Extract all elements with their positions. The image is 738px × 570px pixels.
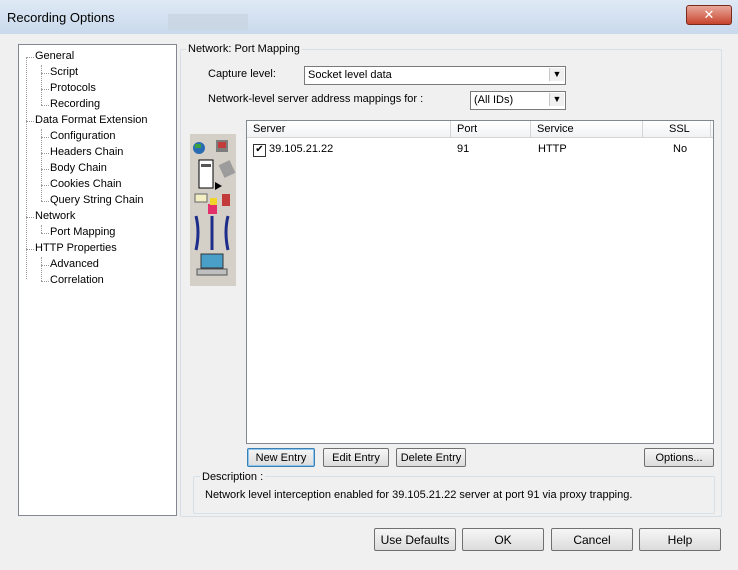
- port-mapping-table[interactable]: Server Port Service SSL ✔ 39.105.21.22 9…: [246, 120, 714, 444]
- options-button[interactable]: Options...: [644, 448, 714, 467]
- new-entry-button[interactable]: New Entry: [247, 448, 315, 467]
- tree-item-http-properties[interactable]: HTTP Properties: [35, 241, 117, 256]
- cell-ssl: No: [673, 143, 688, 155]
- tree-branch-line: [41, 65, 42, 105]
- cell-server: 39.105.21.22: [269, 143, 334, 155]
- tree-connector: [26, 249, 34, 250]
- tree-root-line: [26, 57, 27, 279]
- options-tree[interactable]: General Script Protocols Recording Data …: [18, 44, 177, 516]
- column-header-ssl[interactable]: SSL: [643, 121, 711, 137]
- tree-item-port-mapping[interactable]: Port Mapping: [50, 225, 115, 240]
- tree-item-general[interactable]: General: [35, 49, 74, 64]
- tree-item-headers-chain[interactable]: Headers Chain: [50, 145, 123, 160]
- cell-service: HTTP: [538, 143, 567, 155]
- column-header-port[interactable]: Port: [451, 121, 531, 137]
- tree-connector: [41, 169, 49, 170]
- tree-connector: [41, 233, 49, 234]
- window-titlebar: Recording Options ✕: [0, 0, 738, 35]
- mappings-label: Network-level server address mappings fo…: [208, 93, 424, 105]
- description-label: Description :: [200, 471, 266, 483]
- network-topology-icon: [190, 134, 236, 286]
- tree-item-configuration[interactable]: Configuration: [50, 129, 115, 144]
- capture-level-label: Capture level:: [208, 68, 276, 80]
- tree-connector: [41, 73, 49, 74]
- use-defaults-button[interactable]: Use Defaults: [374, 528, 456, 551]
- window-title: Recording Options: [7, 10, 115, 25]
- tree-item-recording[interactable]: Recording: [50, 97, 100, 112]
- tree-branch-line: [41, 225, 42, 233]
- chevron-down-icon: ▼: [549, 68, 564, 81]
- tree-connector: [41, 105, 49, 106]
- tree-connector: [41, 201, 49, 202]
- tree-item-network[interactable]: Network: [35, 209, 75, 224]
- tree-connector: [26, 217, 34, 218]
- tree-item-data-format-extension[interactable]: Data Format Extension: [35, 113, 148, 128]
- table-header: Server Port Service SSL: [247, 121, 713, 138]
- row-enabled-checkbox[interactable]: ✔: [253, 144, 266, 157]
- close-button[interactable]: ✕: [686, 5, 732, 25]
- ok-button[interactable]: OK: [462, 528, 544, 551]
- capture-level-select[interactable]: Socket level data ▼: [304, 66, 566, 85]
- panel-title: Network: Port Mapping: [186, 43, 302, 55]
- column-header-service[interactable]: Service: [531, 121, 643, 137]
- cell-port: 91: [457, 143, 470, 155]
- chevron-down-icon: ▼: [549, 93, 564, 106]
- mappings-filter-select[interactable]: (All IDs) ▼: [470, 91, 566, 110]
- tree-connector: [41, 281, 49, 282]
- capture-level-value: Socket level data: [308, 69, 392, 81]
- close-icon: ✕: [703, 7, 715, 22]
- tree-item-query-string-chain[interactable]: Query String Chain: [50, 193, 144, 208]
- tree-item-protocols[interactable]: Protocols: [50, 81, 96, 96]
- column-header-server[interactable]: Server: [247, 121, 451, 137]
- background-window-ghost: [168, 14, 248, 30]
- tree-branch-line: [41, 129, 42, 201]
- edit-entry-button[interactable]: Edit Entry: [323, 448, 389, 467]
- tree-item-cookies-chain[interactable]: Cookies Chain: [50, 177, 122, 192]
- tree-branch-line: [41, 257, 42, 281]
- tree-connector: [41, 185, 49, 186]
- help-button[interactable]: Help: [639, 528, 721, 551]
- tree-item-script[interactable]: Script: [50, 65, 78, 80]
- tree-item-correlation[interactable]: Correlation: [50, 273, 104, 288]
- checkmark-icon: ✔: [255, 144, 264, 155]
- tree-connector: [41, 265, 49, 266]
- mappings-filter-value: (All IDs): [474, 94, 514, 106]
- tree-connector: [26, 57, 34, 58]
- tree-connector: [26, 121, 34, 122]
- tree-connector: [41, 153, 49, 154]
- dialog-body: General Script Protocols Recording Data …: [0, 34, 738, 570]
- delete-entry-button[interactable]: Delete Entry: [396, 448, 466, 467]
- tree-connector: [41, 89, 49, 90]
- tree-item-advanced[interactable]: Advanced: [50, 257, 99, 272]
- cancel-button[interactable]: Cancel: [551, 528, 633, 551]
- description-text: Network level interception enabled for 3…: [205, 489, 633, 501]
- tree-connector: [41, 137, 49, 138]
- tree-item-body-chain[interactable]: Body Chain: [50, 161, 107, 176]
